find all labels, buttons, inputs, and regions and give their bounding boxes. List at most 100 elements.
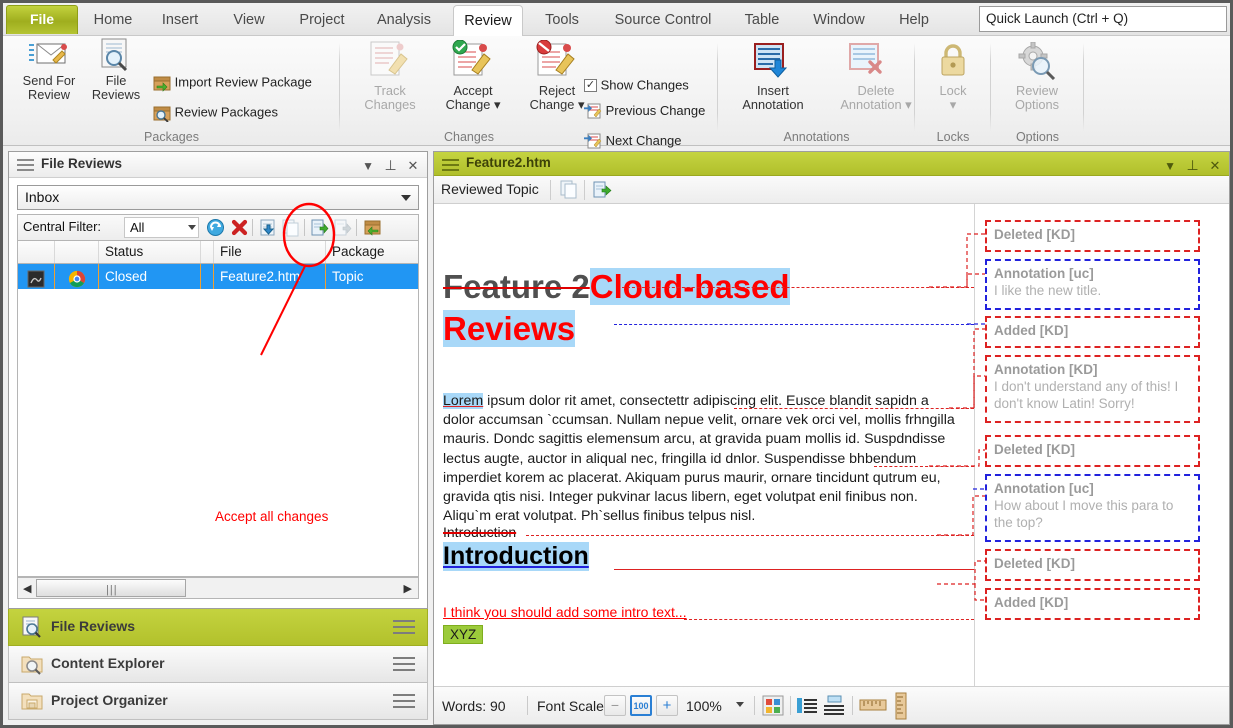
annotation-body: How about I move this para to the top? (994, 498, 1174, 530)
tab-insert[interactable]: Insert (151, 6, 209, 36)
package-import-icon (153, 76, 171, 92)
editor-menu-icon[interactable] (442, 159, 459, 172)
tab-source-control[interactable]: Source Control (599, 6, 727, 36)
tab-tools[interactable]: Tools (533, 6, 591, 36)
tab-home[interactable]: Home (83, 6, 143, 36)
scroll-left-arrow-icon[interactable]: ◀ (23, 582, 31, 595)
tab-project[interactable]: Project (289, 6, 355, 36)
review-options-button[interactable]: Review Options (995, 42, 1079, 112)
track-changes-label-2: Changes (364, 97, 416, 112)
annotation-card[interactable]: Deleted [KD] (985, 220, 1200, 252)
accept-all-changes-icon[interactable] (310, 218, 329, 237)
show-changes-checkbox[interactable]: ✓ Show Changes (584, 77, 689, 94)
font-scale-decrease-button[interactable]: − (604, 695, 626, 716)
dock-menu-icon[interactable] (393, 694, 415, 712)
editor-title-buttons: ▼ ⊥ ✕ (1161, 156, 1224, 175)
reject-all-changes-disabled-icon[interactable] (333, 218, 352, 237)
panel-pin-icon[interactable]: ⊥ (382, 156, 400, 174)
annotation-card[interactable]: Added [KD] (985, 588, 1200, 620)
table-row[interactable]: Closed Feature2.htm Topic (17, 264, 419, 289)
reject-change-icon (536, 40, 575, 76)
font-scale-reset-button[interactable]: 100 (630, 695, 652, 716)
lock-icon (941, 44, 965, 76)
chevron-down-icon[interactable]: ▾ (919, 98, 987, 112)
document-magnifier-icon (101, 38, 128, 72)
grid-header-file[interactable]: File (214, 241, 326, 263)
tab-review[interactable]: Review (453, 5, 523, 37)
annotation-card[interactable]: Deleted [KD] (985, 435, 1200, 467)
grid-header-status[interactable]: Status (99, 241, 201, 263)
package-export-icon[interactable] (363, 218, 382, 237)
file-reviews-panel: File Reviews ▼ ⊥ ✕ Inbox Central Filter:… (8, 151, 428, 609)
view-thumbnails-icon[interactable] (762, 695, 784, 721)
delete-red-x-icon[interactable] (230, 218, 249, 237)
tab-help[interactable]: Help (887, 6, 941, 36)
lock-button[interactable]: Lock ▾ (919, 44, 987, 112)
tab-file[interactable]: File (6, 5, 78, 34)
annotation-card[interactable]: Annotation [KD] I don't understand any o… (985, 355, 1200, 423)
chevron-down-icon[interactable]: ▾ (494, 97, 500, 112)
accept-change-label-2: Change ▾ (432, 98, 514, 112)
copy-disabled-icon[interactable] (281, 218, 300, 237)
send-for-review-button[interactable]: Send For Review (13, 43, 85, 102)
change-leader-line (684, 619, 974, 620)
previous-change-button[interactable]: Previous Change (584, 102, 705, 120)
previous-change-label: Previous Change (605, 103, 706, 118)
vertical-ruler-icon[interactable] (893, 692, 909, 725)
panel-close-icon[interactable]: ✕ (404, 157, 422, 175)
ribbon: Send For Review File Reviews Import Revi… (3, 36, 1230, 149)
send-topic-icon[interactable] (592, 180, 612, 205)
dock-button-content-explorer[interactable]: Content Explorer (8, 646, 428, 683)
insert-annotation-button[interactable]: Insert Annotation (724, 43, 822, 112)
central-filter-toolbar: Central Filter: All (17, 214, 419, 240)
accept-change-button[interactable]: Accept Change ▾ (432, 40, 514, 112)
import-review-icon[interactable] (258, 218, 277, 237)
font-scale-increase-button[interactable]: + (656, 695, 678, 716)
change-leader-line (734, 408, 974, 409)
dock-button-file-reviews[interactable]: File Reviews (8, 609, 428, 646)
file-reviews-grid: Status File Package Closed Feature2.htm … (17, 240, 419, 289)
tab-table[interactable]: Table (733, 6, 791, 36)
horizontal-scrollbar[interactable]: ◀ ||| ▶ (17, 577, 419, 599)
chevron-down-icon[interactable]: ▾ (905, 97, 911, 112)
import-review-package-button[interactable]: Import Review Package (153, 74, 312, 92)
file-reviews-button[interactable]: File Reviews (87, 38, 145, 102)
view-web-layout-icon[interactable] (796, 695, 818, 721)
quick-launch-input[interactable]: Quick Launch (Ctrl + Q) (979, 6, 1227, 32)
annotation-card[interactable]: Deleted [KD] (985, 549, 1200, 581)
status-separator (852, 696, 853, 715)
annotation-card[interactable]: Annotation [uc] I like the new title. (985, 259, 1200, 310)
annotation-card[interactable]: Annotation [uc] How about I move this pa… (985, 474, 1200, 542)
inbox-dropdown[interactable]: Inbox (17, 185, 419, 210)
editor-title: Feature2.htm (466, 155, 551, 170)
panel-menu-icon[interactable] (17, 159, 34, 172)
horizontal-ruler-icon[interactable] (859, 696, 887, 719)
dock-menu-icon[interactable] (393, 620, 415, 638)
review-packages-button[interactable]: Review Packages (153, 104, 278, 122)
editor-dropdown-icon[interactable]: ▼ (1161, 157, 1179, 175)
tab-window[interactable]: Window (799, 6, 879, 36)
editor-pin-icon[interactable]: ⊥ (1184, 156, 1202, 174)
tab-analysis[interactable]: Analysis (367, 6, 441, 36)
annotation-card[interactable]: Added [KD] (985, 316, 1200, 348)
copy-topic-icon[interactable] (559, 180, 579, 205)
document-body-paragraph: Lorem ipsum dolor rit amet, consectettr … (443, 392, 963, 526)
scrollbar-thumb[interactable]: ||| (36, 579, 186, 597)
grid-header-package[interactable]: Package (326, 241, 418, 263)
tab-view[interactable]: View (223, 6, 275, 36)
font-scale-label: Font Scale: (537, 698, 608, 714)
panel-dropdown-icon[interactable]: ▼ (359, 157, 377, 175)
annotation-title: Deleted [KD] (994, 442, 1076, 457)
view-print-layout-icon[interactable] (822, 695, 846, 721)
dock-menu-icon[interactable] (393, 657, 415, 675)
scroll-right-arrow-icon[interactable]: ▶ (404, 582, 412, 595)
document-canvas[interactable]: Feature 2Cloud-based Reviews Lorem ipsum… (434, 204, 1229, 688)
track-changes-label-1: Track (374, 83, 406, 98)
editor-close-icon[interactable]: ✕ (1206, 157, 1224, 175)
dock-button-project-organizer[interactable]: Project Organizer (8, 683, 428, 720)
chevron-down-icon[interactable] (736, 702, 744, 707)
grid-header-app-col (55, 241, 99, 263)
annotation-title: Added [KD] (994, 595, 1069, 610)
track-changes-button[interactable]: Track Changes (350, 41, 430, 112)
refresh-icon[interactable] (206, 218, 225, 237)
